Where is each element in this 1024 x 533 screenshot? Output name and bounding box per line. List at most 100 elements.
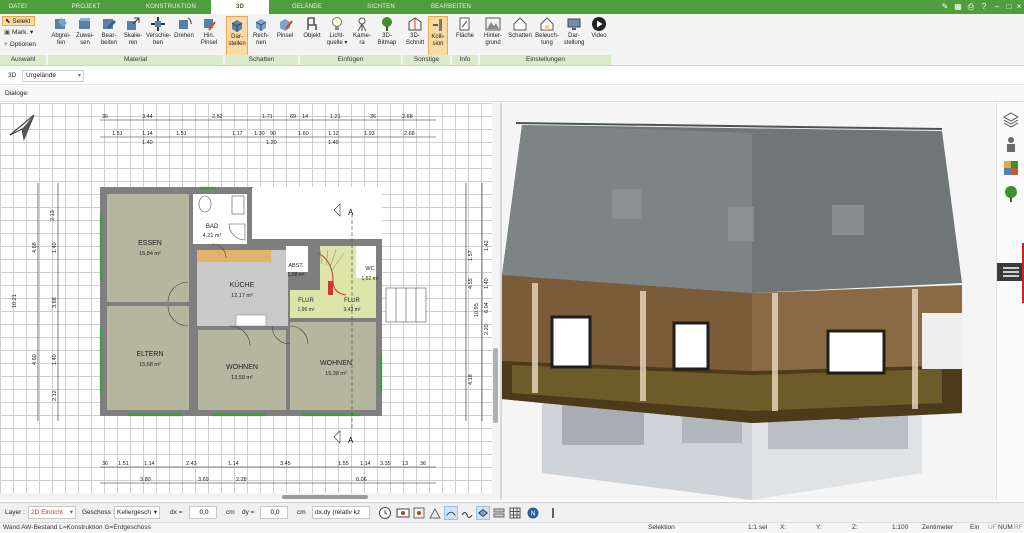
restore-icon[interactable]: □	[1004, 2, 1014, 12]
layer-select[interactable]: 2D Einricht ▾	[28, 506, 76, 519]
tab-projekt[interactable]: PROJEKT	[40, 0, 132, 14]
group-material: Material	[48, 55, 224, 65]
button-label: stellung	[563, 40, 585, 46]
show-shadow-button[interactable]: Dar- stellen	[226, 16, 248, 56]
pen-icon[interactable]: ✎	[940, 2, 950, 12]
tree-icon[interactable]	[1002, 185, 1020, 203]
clock-icon[interactable]	[378, 506, 392, 520]
help-icon[interactable]: ?	[979, 2, 989, 12]
tree-icon	[382, 17, 392, 31]
dormer	[612, 189, 642, 219]
close-icon[interactable]: ×	[1014, 2, 1024, 12]
bottom-toolbar: Layer : 2D Einricht ▾ Geschoss : Kellerg…	[0, 502, 1024, 522]
video-button[interactable]: Video	[589, 16, 609, 56]
north-icon[interactable]: N	[526, 506, 540, 520]
scroll-thumb[interactable]	[493, 348, 498, 423]
cursor-icon: ⬉	[5, 18, 11, 25]
dy-input[interactable]	[260, 506, 288, 519]
edit-material-button[interactable]: Bear- beiten	[98, 16, 120, 56]
tab-datei[interactable]: DATEI	[0, 0, 36, 14]
panel-toggle[interactable]	[997, 263, 1024, 281]
pin-icon[interactable]	[546, 506, 560, 520]
tab-3d[interactable]: 3D	[211, 0, 269, 14]
background-button[interactable]: Hinter- grund	[481, 16, 505, 56]
area-button[interactable]: Fläche	[454, 16, 476, 56]
tools-icon[interactable]: ▦	[953, 2, 963, 12]
button-label: nen	[255, 40, 266, 46]
pick-material-button[interactable]: Abgrei- fen	[50, 16, 72, 56]
room-area-wohnen-2: 15,38 m²	[325, 371, 347, 377]
snap-icon[interactable]	[412, 506, 426, 520]
dim-bot-1-7: 1.14	[360, 461, 371, 467]
scroll-thumb[interactable]	[282, 495, 368, 499]
section-3d-button[interactable]: 3D- Schnitt	[404, 16, 426, 56]
geschoss-select[interactable]: Kellergesch ▾	[114, 506, 160, 519]
insert-camera-button[interactable]: Kame- ra	[351, 16, 373, 56]
floor-plan-drawing: 36 3.44 2.52 1.71 69 14 1.21 36 2.68 1.5…	[9, 114, 490, 484]
insert-bitmap-button[interactable]: 3D- Bitmap	[375, 16, 399, 56]
rotate-material-button[interactable]: Drehen	[172, 16, 196, 56]
button-label: Fläche	[455, 33, 474, 39]
display-button[interactable]: Dar- stellung	[561, 16, 587, 56]
mark-label: Mark.	[11, 29, 29, 36]
move-material-button[interactable]: Verschie- ben	[146, 16, 171, 56]
mark-button[interactable]: ▣ Mark. ▾	[2, 28, 42, 38]
room-flur-1	[290, 290, 320, 318]
materials-icon[interactable]	[1002, 159, 1020, 177]
north-arrow-icon	[9, 114, 35, 142]
collision-button[interactable]: Kolli- sion	[428, 16, 448, 56]
room-label-flur-2: FLUR	[344, 298, 360, 304]
tab-konstruktion[interactable]: KONSTRUKTION	[135, 0, 207, 14]
grid-icon[interactable]	[508, 506, 522, 520]
layers-icon[interactable]	[1002, 111, 1020, 129]
dim-right-5: 4.18	[468, 374, 474, 385]
tab-sichten[interactable]: SICHTEN	[350, 0, 412, 14]
model-3d-view[interactable]	[502, 103, 996, 500]
plan-horizontal-scrollbar[interactable]	[0, 493, 492, 500]
dim-left-3: 3.68	[52, 297, 58, 308]
scale-material-button[interactable]: Skalie- ren	[122, 16, 144, 56]
insert-object-button[interactable]: Objekt	[301, 16, 323, 56]
plan-vertical-scrollbar[interactable]	[492, 103, 500, 500]
room-area-bad: 4,21 m²	[203, 233, 222, 239]
button-label: sion	[432, 41, 444, 47]
dy-unit: cm	[297, 509, 306, 516]
group-auswahl: Auswahl	[0, 55, 47, 65]
plane-tool-icon[interactable]	[476, 506, 490, 520]
screen-record-icon[interactable]	[396, 506, 410, 520]
dim-top-1-1: 3.44	[142, 114, 153, 120]
options-button[interactable]: + Optionen	[2, 40, 46, 50]
person-icon[interactable]	[1002, 135, 1020, 153]
floor-plan-2d-view[interactable]: 36 3.44 2.52 1.71 69 14 1.21 36 2.68 1.5…	[0, 103, 500, 500]
assign-material-button[interactable]: Zuwei- sen	[74, 16, 96, 56]
dim-top-2-7: 1.20	[266, 140, 277, 146]
dim-top-2-5: 1.30	[254, 131, 265, 137]
shadow-settings-button[interactable]: Schatten	[507, 16, 533, 56]
chevron-down-icon: ▾	[69, 509, 73, 516]
coordinate-mode-select[interactable]: dx,dy (relativ kz	[312, 506, 370, 519]
dim-bot-1-6: 1.55	[338, 461, 349, 467]
minimize-icon[interactable]: –	[992, 2, 1002, 12]
wave-tool-icon[interactable]	[460, 506, 474, 520]
dim-bot-1-0: 36	[102, 461, 108, 467]
camera-icon	[357, 17, 367, 32]
print-icon[interactable]: ⎙	[966, 2, 976, 12]
terrain-select[interactable]: Urgelände ▾	[22, 70, 84, 82]
lighting-button[interactable]: Beleuch- tung	[535, 16, 559, 56]
room-label-flur-1: FLUR	[298, 298, 314, 304]
shadow-brush-button[interactable]: Pinsel	[274, 16, 296, 56]
dim-top-2-3: 1.51	[176, 131, 187, 137]
dx-input[interactable]	[189, 506, 217, 519]
calc-shadow-button[interactable]: Rech- nen	[250, 16, 272, 56]
tab-bearbeiten[interactable]: BEARBEITEN	[420, 0, 482, 14]
curve-tool-icon[interactable]	[444, 506, 458, 520]
chair-icon	[307, 17, 317, 30]
select-button[interactable]: ⬉ Selekt	[2, 16, 35, 26]
dormer	[832, 205, 864, 235]
tab-gelaende[interactable]: GELÄNDE	[276, 0, 338, 14]
insert-light-button[interactable]: Licht- quelle ▾	[325, 16, 349, 56]
grid-snap-icon[interactable]	[428, 506, 442, 520]
move-icon	[151, 17, 165, 31]
brush-material-button[interactable]: Hin. Pinsel	[198, 16, 220, 56]
stack-icon[interactable]	[492, 506, 506, 520]
